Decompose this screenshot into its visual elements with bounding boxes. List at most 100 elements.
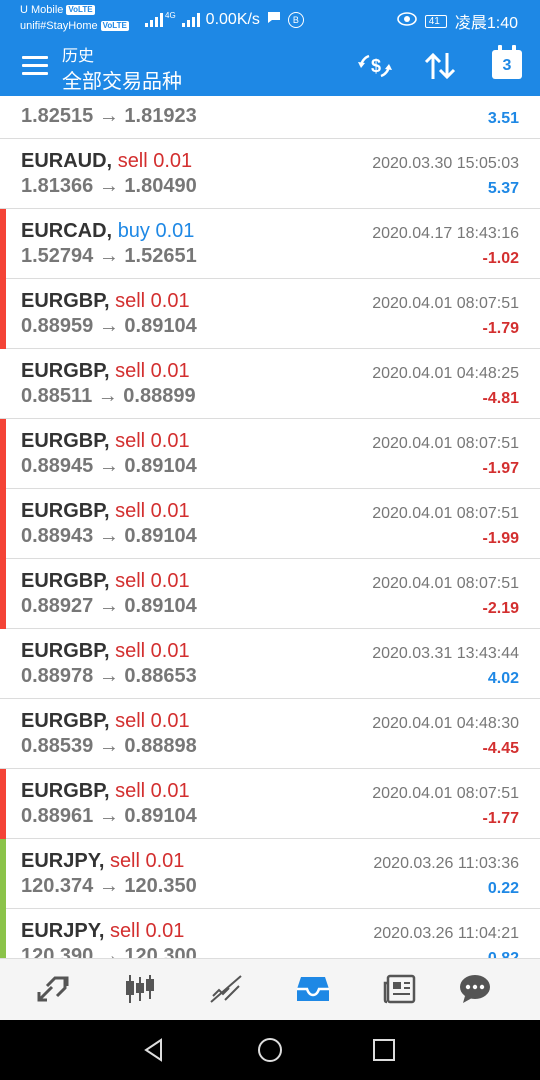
trade-side: sell 0.01: [115, 430, 190, 452]
trade-symbol: EURGBP, sell 0.01: [21, 500, 190, 523]
trade-row[interactable]: EURGBP, sell 0.01 0.88978 → 0.88653 2020.0…: [0, 629, 540, 699]
trade-profit: 5.37: [487, 180, 519, 197]
carrier-2: unifi#StayHome: [20, 20, 98, 32]
home-button[interactable]: [254, 1034, 286, 1066]
currency-exchange-icon[interactable]: $: [356, 50, 394, 82]
trade-time: 2020.03.31 13:43:44: [372, 645, 519, 662]
volte-badge: VoLTE: [66, 5, 95, 16]
trade-symbol: EURGBP, sell 0.01: [21, 780, 190, 803]
trade-prices: 0.88539 → 0.88898: [21, 735, 197, 757]
symbol-name: EURJPY,: [21, 920, 105, 942]
carrier-info: U Mobile VoLTE unifi#StayHome VoLTE: [20, 2, 129, 34]
trade-symbol: EURCAD, buy 0.01: [21, 220, 194, 243]
trade-row[interactable]: EURGBP, sell 0.01 0.88961 → 0.89104 2020.0…: [0, 769, 540, 839]
trade-row[interactable]: EURAUD, sell 0.01 1.81366 → 1.80490 2020.0…: [0, 139, 540, 209]
trade-side: sell 0.01: [115, 710, 190, 732]
calendar-day: 3: [502, 57, 512, 74]
symbol-name: EURGBP,: [21, 360, 110, 382]
inbox-icon: [297, 977, 329, 1001]
chat-icon: [460, 975, 490, 1003]
trade-status-marker: [0, 559, 6, 629]
symbol-name: EURGBP,: [21, 430, 110, 452]
trade-prices: 0.88511 → 0.88899: [21, 385, 196, 407]
trade-row[interactable]: EURGBP, sell 0.01 0.88927 → 0.89104 2020.0…: [0, 559, 540, 629]
battery-level: 41: [428, 15, 440, 27]
trend-icon: [210, 975, 242, 1003]
symbol-name: EURGBP,: [21, 710, 110, 732]
trade-prices: 0.88978 → 0.88653: [21, 665, 197, 687]
trade-profit: -1.02: [482, 250, 519, 267]
trade-row[interactable]: 1.82515 → 1.81923 3.51: [0, 96, 540, 139]
trade-symbol: EURGBP, sell 0.01: [21, 360, 190, 383]
trade-prices: 120.390 → 120.300: [21, 945, 197, 958]
quotes-icon: [37, 976, 69, 1002]
trade-prices: 1.81366 → 1.80490: [21, 175, 197, 197]
trade-profit: 3.51: [487, 110, 519, 127]
signal-icon-2: [181, 12, 200, 27]
trade-row[interactable]: EURJPY, sell 0.01 120.390 → 120.300 2020.0…: [0, 909, 540, 958]
system-navigation-bar: [0, 1020, 540, 1080]
trade-row[interactable]: EURGBP, sell 0.01 0.88539 → 0.88898 2020.0…: [0, 699, 540, 769]
trade-side: sell 0.01: [115, 360, 190, 382]
menu-icon[interactable]: [22, 56, 48, 78]
trade-status-marker: [0, 419, 6, 489]
trade-row[interactable]: EURGBP, sell 0.01 0.88959 → 0.89104 2020.0…: [0, 279, 540, 349]
trade-status-marker: [0, 489, 6, 559]
trade-row[interactable]: EURGBP, sell 0.01 0.88511 → 0.88899 2020.0…: [0, 349, 540, 419]
trade-profit: -1.79: [482, 320, 519, 337]
trade-time: 2020.03.26 11:04:21: [373, 925, 519, 942]
trade-row[interactable]: EURJPY, sell 0.01 120.374 → 120.350 2020.0…: [0, 839, 540, 909]
calendar-icon[interactable]: 3: [492, 45, 522, 79]
symbol-filter[interactable]: 全部交易品种: [62, 65, 182, 94]
trade-time: 2020.03.30 15:05:03: [372, 155, 519, 172]
back-button[interactable]: [138, 1034, 170, 1066]
trade-row[interactable]: EURGBP, sell 0.01 0.88943 → 0.89104 2020.0…: [0, 489, 540, 559]
trade-status-marker: [0, 909, 6, 958]
chart-tab[interactable]: [120, 969, 160, 1009]
trade-side: sell 0.01: [115, 640, 190, 662]
trade-side: sell 0.01: [115, 570, 190, 592]
trade-time: 2020.04.01 08:07:51: [372, 785, 519, 802]
trade-history-list[interactable]: 1.82515 → 1.81923 3.51 EURAUD, sell 0.01 1.…: [0, 96, 540, 958]
trade-row[interactable]: EURGBP, sell 0.01 0.88945 → 0.89104 2020.0…: [0, 419, 540, 489]
trade-row[interactable]: EURCAD, buy 0.01 1.52794 → 1.52651 2020.04…: [0, 209, 540, 279]
trade-time: 2020.03.26 11:03:36: [373, 855, 519, 872]
symbol-name: EURJPY,: [21, 850, 105, 872]
recents-button[interactable]: [368, 1034, 400, 1066]
trade-tab[interactable]: [206, 969, 246, 1009]
page-title: 历史: [62, 48, 95, 65]
trade-prices: 1.82515 → 1.81923: [21, 105, 197, 127]
carrier-1: U Mobile: [20, 4, 64, 16]
trade-symbol: EURGBP, sell 0.01: [21, 290, 190, 313]
status-right: 41 凌晨1:40: [396, 9, 518, 33]
sort-icon[interactable]: [422, 50, 458, 82]
trade-time: 2020.04.01 08:07:51: [372, 505, 519, 522]
trade-symbol: EURAUD, sell 0.01: [21, 150, 192, 173]
status-bar: U Mobile VoLTE unifi#StayHome VoLTE 4G 0.0…: [0, 0, 540, 38]
clock: 凌晨1:40: [454, 15, 518, 32]
trade-time: 2020.04.01 08:07:51: [372, 435, 519, 452]
history-tab[interactable]: [293, 969, 333, 1009]
symbol-name: EURGBP,: [21, 640, 110, 662]
trade-profit: 0.82: [488, 950, 519, 958]
symbol-name: EURGBP,: [21, 570, 110, 592]
quotes-tab[interactable]: [33, 969, 73, 1009]
trade-profit: -1.97: [482, 460, 519, 477]
trade-profit: -2.19: [482, 600, 519, 617]
volte-badge-2: VoLTE: [100, 21, 129, 32]
trade-side: buy 0.01: [117, 220, 195, 242]
trade-profit: -4.45: [482, 740, 519, 757]
symbol-name: EURGBP,: [21, 780, 110, 802]
b-icon: B: [287, 11, 304, 28]
bottom-navigation: [0, 958, 540, 1021]
trade-time: 2020.04.01 04:48:25: [372, 365, 519, 382]
chat-tab[interactable]: [455, 969, 495, 1009]
trade-symbol: EURGBP, sell 0.01: [21, 570, 190, 593]
trade-time: 2020.04.17 18:43:16: [372, 225, 519, 242]
home-icon: [258, 1038, 282, 1062]
recents-icon: [373, 1039, 395, 1061]
trade-profit: 0.22: [487, 880, 519, 897]
news-tab[interactable]: [380, 969, 420, 1009]
trade-side: sell 0.01: [117, 150, 193, 172]
trade-status-marker: [0, 839, 6, 909]
